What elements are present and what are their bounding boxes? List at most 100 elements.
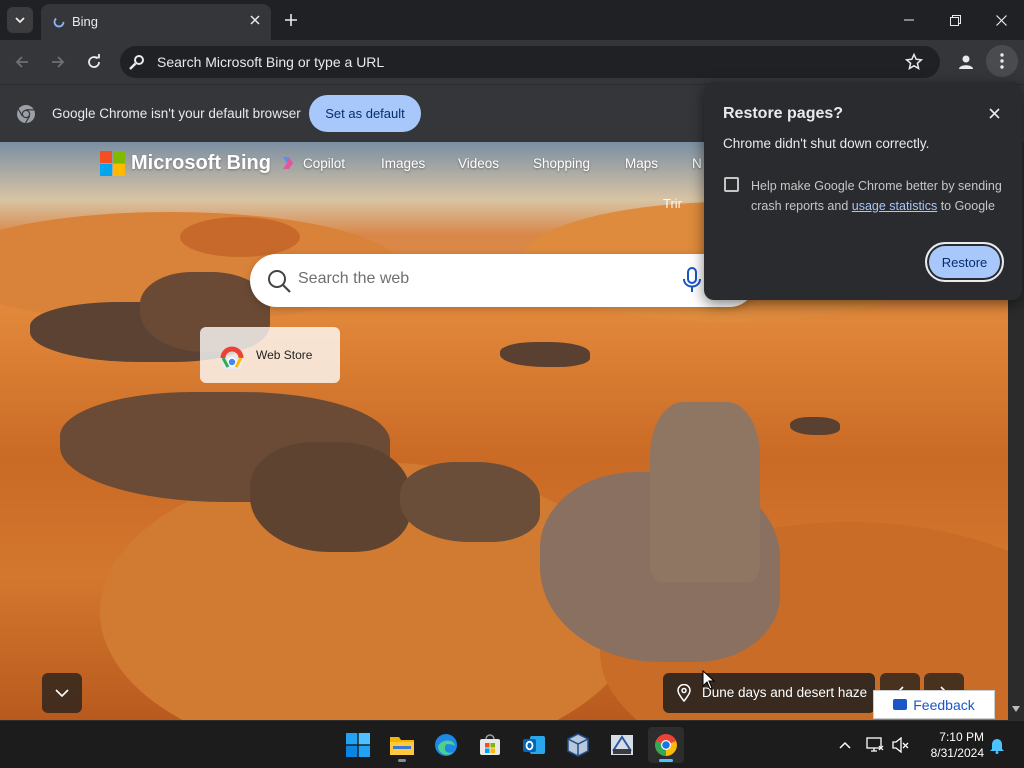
taskbar-store[interactable]	[472, 727, 508, 763]
nav-shopping[interactable]: Shopping	[533, 156, 590, 171]
address-bar[interactable]: Search Microsoft Bing or type a URL	[120, 46, 940, 78]
feedback-label: Feedback	[913, 696, 975, 713]
restore-button[interactable]: Restore	[925, 242, 1004, 282]
address-bar-placeholder: Search Microsoft Bing or type a URL	[157, 54, 385, 70]
dialog-title: Restore pages?	[723, 105, 844, 122]
chevron-down-icon	[55, 689, 69, 697]
chevron-down-icon	[15, 17, 25, 24]
rock-formation	[790, 417, 840, 435]
close-window-button[interactable]	[987, 6, 1015, 34]
back-arrow-icon	[15, 56, 28, 68]
restore-window-button[interactable]	[941, 6, 969, 34]
copilot-icon	[283, 157, 293, 169]
chrome-logo-icon	[17, 105, 35, 124]
bookmark-star-icon[interactable]	[905, 53, 923, 71]
new-tab-button[interactable]	[280, 9, 302, 31]
search-icon	[129, 55, 144, 70]
search-icon	[268, 270, 291, 293]
web-store-label: Web Store	[256, 348, 313, 362]
feedback-button[interactable]: Feedback	[873, 690, 995, 719]
restore-pages-dialog: Restore pages? Chrome didn't shut down c…	[704, 82, 1022, 300]
chrome-menu-button[interactable]	[986, 45, 1018, 77]
forward-button[interactable]	[45, 49, 71, 75]
nav-copilot[interactable]: Copilot	[303, 156, 345, 171]
tab-title: Bing	[72, 14, 99, 29]
bing-logo-text: Microsoft Bing	[131, 151, 271, 174]
checkbox-label: Help make Google Chrome better by sendin…	[751, 176, 1006, 216]
taskbar-virtualbox[interactable]	[560, 727, 596, 763]
trending-text[interactable]: Trir	[663, 196, 682, 211]
taskbar-chrome[interactable]	[648, 727, 684, 763]
edge-icon	[435, 734, 457, 756]
nav-news[interactable]: N	[692, 156, 702, 171]
infobar-message: Google Chrome isn't your default browser	[52, 106, 301, 121]
file-explorer-icon	[390, 737, 414, 755]
web-store-tile[interactable]: Web Store	[200, 327, 340, 383]
usage-stats-checkbox[interactable]	[724, 177, 739, 192]
plus-icon	[285, 14, 297, 26]
dialog-close-button[interactable]	[985, 104, 1003, 122]
reload-button[interactable]	[81, 49, 107, 75]
chrome-icon	[655, 734, 677, 756]
taskbar-outlook[interactable]	[516, 727, 552, 763]
start-button[interactable]	[340, 727, 376, 763]
tab-search-button[interactable]	[7, 7, 33, 33]
bell-icon	[990, 738, 1004, 754]
chevron-up-icon	[839, 741, 851, 749]
notifications-button[interactable]	[988, 736, 1006, 754]
running-indicator	[398, 759, 406, 762]
caption-text: Dune days and desert haze	[702, 685, 868, 700]
feedback-icon	[893, 699, 908, 710]
rock-formation	[500, 342, 590, 367]
reload-icon	[88, 54, 100, 68]
close-icon	[988, 107, 1000, 119]
search-placeholder: Search the web	[298, 270, 410, 287]
profile-button[interactable]	[952, 48, 980, 76]
usage-statistics-link[interactable]: usage statistics	[852, 199, 937, 213]
scroll-down-button[interactable]	[42, 673, 82, 713]
set-as-default-button[interactable]: Set as default	[309, 95, 421, 132]
tab-close-button[interactable]	[246, 11, 264, 29]
volume-button[interactable]	[892, 736, 910, 754]
chrome-web-store-icon	[220, 346, 244, 369]
speaker-muted-icon	[892, 737, 909, 753]
image-caption[interactable]: Dune days and desert haze	[663, 673, 875, 713]
taskbar-sql-server[interactable]	[604, 727, 640, 763]
microsoft-logo-icon	[100, 150, 125, 176]
show-hidden-icons-button[interactable]	[836, 736, 854, 754]
outlook-icon	[523, 736, 545, 754]
network-button[interactable]	[866, 736, 884, 754]
sql-server-icon	[611, 735, 633, 755]
microphone-icon[interactable]	[682, 267, 702, 293]
tab-bing[interactable]: Bing	[41, 4, 271, 40]
nav-videos[interactable]: Videos	[458, 156, 499, 171]
nav-images[interactable]: Images	[381, 156, 425, 171]
restore-window-icon	[949, 14, 961, 26]
bing-logo[interactable]: Microsoft Bing	[100, 148, 271, 178]
clock-date: 8/31/2024	[930, 746, 984, 760]
tab-strip: Bing	[0, 0, 1024, 40]
minimize-icon	[904, 19, 914, 21]
network-icon	[866, 737, 884, 752]
scroll-down-arrow-icon[interactable]	[1011, 705, 1021, 713]
browser-toolbar: Search Microsoft Bing or type a URL	[0, 40, 1024, 84]
rock-formation	[400, 462, 540, 542]
forward-arrow-icon	[52, 56, 65, 68]
clock[interactable]: 7:10 PM 8/31/2024	[922, 729, 984, 761]
virtualbox-icon	[567, 733, 589, 757]
person-icon	[959, 55, 973, 69]
more-vertical-icon	[1000, 53, 1004, 69]
close-icon	[995, 14, 1007, 26]
windows-taskbar: 7:10 PM 8/31/2024	[0, 720, 1024, 768]
location-pin-icon	[677, 684, 691, 702]
loading-icon	[53, 16, 65, 28]
bing-search-box[interactable]: Search the web	[250, 254, 756, 307]
running-indicator	[659, 759, 673, 762]
minimize-button[interactable]	[895, 6, 923, 34]
nav-maps[interactable]: Maps	[625, 156, 658, 171]
back-button[interactable]	[9, 49, 35, 75]
background-dune	[180, 217, 300, 257]
start-icon	[346, 733, 370, 757]
taskbar-file-explorer[interactable]	[384, 727, 420, 763]
taskbar-edge[interactable]	[428, 727, 464, 763]
